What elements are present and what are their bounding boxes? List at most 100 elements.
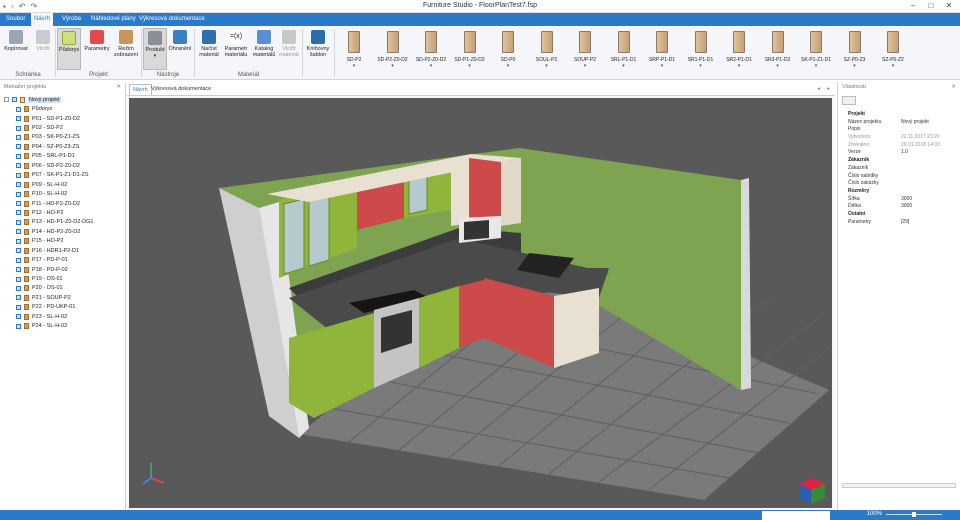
checkbox[interactable]: [16, 210, 21, 216]
floorplan-button[interactable]: Půdorys: [57, 28, 81, 70]
minimize-button[interactable]: –: [904, 0, 922, 12]
tab-soubor[interactable]: Soubor: [3, 13, 28, 26]
tree-item[interactable]: P05 - SRL-P1-D1: [4, 152, 124, 161]
chevron-down-icon[interactable]: ▾: [799, 63, 833, 69]
cabinet-template-1[interactable]: SD-P2-Z0-D2 ▾: [376, 29, 410, 69]
material-param-button[interactable]: =(x) Parametr materiálu: [223, 28, 249, 58]
tree-item[interactable]: P18 - PD-P-02: [4, 265, 124, 274]
cabinet-template-9[interactable]: SR1-P1-D1 ▾: [684, 29, 718, 69]
chevron-down-icon[interactable]: ▾: [414, 63, 448, 69]
property-row[interactable]: Číslo zakázky: [848, 180, 958, 188]
checkbox[interactable]: [16, 191, 21, 197]
parameters-button[interactable]: Parametry: [82, 28, 112, 52]
cabinet-template-11[interactable]: SR3-P1-D2 ▾: [761, 29, 795, 69]
cabinet-template-0[interactable]: SD-P2 ▾: [337, 29, 371, 69]
cabinet-template-6[interactable]: SOUP-P2 ▾: [568, 29, 602, 69]
tree-item[interactable]: P23 - SL-H-02: [4, 312, 124, 321]
checkbox[interactable]: [16, 182, 21, 188]
chevron-down-icon[interactable]: ▾: [607, 63, 641, 69]
material-catalog-button[interactable]: Katalog materiálů: [251, 28, 277, 58]
checkbox[interactable]: [16, 144, 21, 150]
checkbox[interactable]: [16, 248, 21, 254]
chevron-down-icon[interactable]: ▾: [453, 63, 487, 69]
3d-viewport[interactable]: [129, 98, 832, 508]
checkbox[interactable]: [16, 257, 21, 263]
cabinet-template-12[interactable]: SK-P1-Z1-D1 ▾: [799, 29, 833, 69]
tree-item[interactable]: P22 - PD-UKP-01: [4, 303, 124, 312]
checkbox[interactable]: [16, 163, 21, 169]
load-material-button[interactable]: Načíst materiál: [196, 28, 222, 58]
tree-item[interactable]: P17 - PD-P-01: [4, 255, 124, 264]
checkbox[interactable]: [16, 276, 21, 282]
checkbox[interactable]: [16, 267, 21, 273]
tree-item[interactable]: P01 - SD-P1-Z0-D2: [4, 114, 124, 123]
checkbox[interactable]: [16, 285, 21, 291]
tree-item[interactable]: P03 - SK-P0-Z1-ZS: [4, 133, 124, 142]
checkbox[interactable]: [16, 304, 21, 310]
tree-item[interactable]: P04 - SZ-P0-Z3-ZS: [4, 142, 124, 151]
properties-view-icon[interactable]: [842, 96, 856, 105]
tree-item[interactable]: P10 - SL-H-02: [4, 189, 124, 198]
property-row[interactable]: Změněno 26.01.2018 14:03: [848, 142, 958, 150]
scroll-left-icon[interactable]: ◂: [814, 84, 823, 95]
edging-button[interactable]: Ohranění: [168, 28, 192, 52]
collapse-icon[interactable]: [4, 97, 9, 103]
cabinet-template-14[interactable]: SZ-P0-Z2 ▾: [876, 29, 910, 69]
tree-item[interactable]: Půdorys: [4, 104, 124, 113]
property-row[interactable]: Šířka 3000: [848, 196, 958, 204]
checkbox[interactable]: [16, 229, 21, 235]
checkbox[interactable]: [16, 153, 21, 159]
template-catalog-button[interactable]: Knihovny šablon: [304, 28, 332, 58]
copy-button[interactable]: Kopírovat: [3, 28, 29, 52]
cabinet-template-7[interactable]: SRL-P1-D1 ▾: [607, 29, 641, 69]
cabinet-template-10[interactable]: SR2-P1-D1 ▾: [722, 29, 756, 69]
chevron-down-icon[interactable]: ▾: [876, 63, 910, 69]
tree-item[interactable]: P24 - SL-H-02: [4, 322, 124, 331]
tree-item[interactable]: P11 - HD-P2-Z0-D2: [4, 199, 124, 208]
cabinet-template-5[interactable]: SOUL-P2 ▾: [530, 29, 564, 69]
cabinet-template-4[interactable]: SD-P0 ▾: [491, 29, 525, 69]
zoom-slider-thumb[interactable]: [912, 512, 916, 517]
checkbox[interactable]: [16, 125, 21, 131]
tree-item[interactable]: P15 - HO-P2: [4, 237, 124, 246]
cabinet-template-3[interactable]: SD-P1-Z0-D2 ▾: [453, 29, 487, 69]
checkbox[interactable]: [16, 314, 21, 320]
checkbox[interactable]: [12, 97, 17, 103]
chevron-down-icon[interactable]: ▾: [645, 63, 679, 69]
chevron-down-icon[interactable]: ▾: [684, 63, 718, 69]
tab-vyroba[interactable]: Výroba: [59, 13, 84, 26]
tree-item[interactable]: P07 - SK-P1-Z1-D1-ZS: [4, 171, 124, 180]
property-row[interactable]: Zákazník: [848, 165, 958, 173]
chevron-down-icon[interactable]: ▾: [530, 63, 564, 69]
chevron-down-icon[interactable]: ▾: [722, 63, 756, 69]
tree-item[interactable]: P09 - SL-H-02: [4, 180, 124, 189]
checkbox[interactable]: [16, 106, 21, 112]
chevron-down-icon[interactable]: ▾: [761, 63, 795, 69]
checkbox[interactable]: [16, 238, 21, 244]
property-row[interactable]: Délka 3000: [848, 203, 958, 211]
view-mode-button[interactable]: Režim zobrazení: [113, 28, 139, 58]
tree-item[interactable]: P12 - HO-P2: [4, 208, 124, 217]
tree-item[interactable]: P21 - SOUP-P2: [4, 293, 124, 302]
paste-button[interactable]: Vložit: [30, 28, 56, 52]
checkbox[interactable]: [16, 323, 21, 329]
tree-item[interactable]: P16 - HDR1-P2-D1: [4, 246, 124, 255]
panel-close-icon[interactable]: ✕: [116, 82, 121, 92]
maximize-button[interactable]: □: [922, 0, 940, 12]
chevron-down-icon[interactable]: ▾: [376, 63, 410, 69]
cabinet-template-13[interactable]: SZ-P0-Z3 ▾: [838, 29, 872, 69]
tab-vykresova-dokumentace[interactable]: Výkresová dokumentace: [136, 13, 208, 26]
tree-item[interactable]: P13 - HD-P1-Z0-D2-DG1: [4, 218, 124, 227]
properties-scrollbar[interactable]: [842, 483, 956, 488]
tab-navrh[interactable]: Návrh: [31, 13, 54, 26]
cabinet-template-8[interactable]: SRP-P1-D1 ▾: [645, 29, 679, 69]
scroll-right-icon[interactable]: ▸: [824, 84, 833, 95]
tab-nahledove-plany[interactable]: Náhledové plány: [88, 13, 139, 26]
chevron-down-icon[interactable]: ▾: [568, 63, 602, 69]
properties-close-icon[interactable]: ✕: [951, 82, 956, 92]
chevron-down-icon[interactable]: ▾: [337, 63, 371, 69]
tree-item[interactable]: P20 - OS-01: [4, 284, 124, 293]
tree-item[interactable]: P19 - OS-01: [4, 274, 124, 283]
checkbox[interactable]: [16, 219, 21, 225]
checkbox[interactable]: [16, 134, 21, 140]
